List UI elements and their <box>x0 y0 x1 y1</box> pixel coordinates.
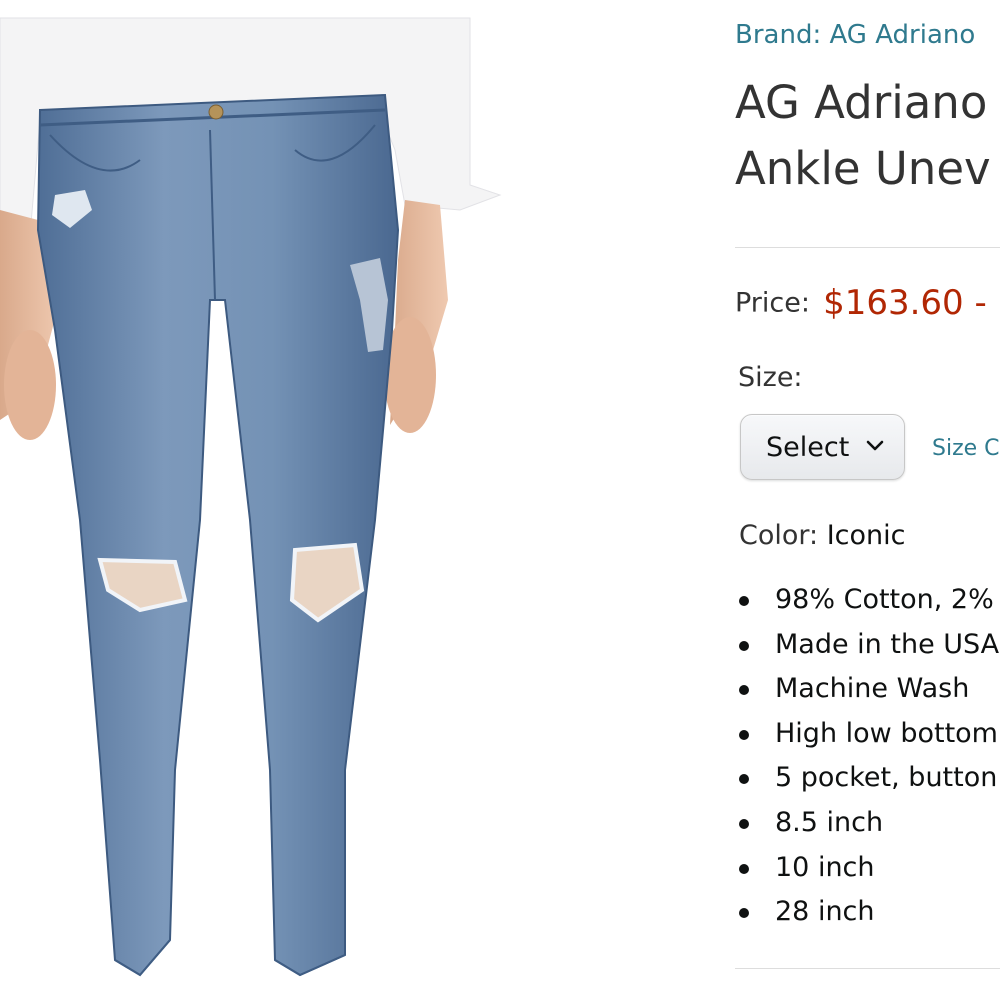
brand-link[interactable]: Brand: AG Adriano <box>735 20 975 50</box>
price-row: Price: $163.60 - <box>735 283 987 323</box>
list-item: 5 pocket, button <box>735 756 999 801</box>
size-dropdown[interactable]: Select <box>740 414 905 480</box>
product-title: AG Adriano Ankle Unev <box>735 70 1000 202</box>
feature-bullets: 98% Cotton, 2% Made in the USA Machine W… <box>735 578 999 935</box>
divider <box>735 247 1000 248</box>
list-item: 10 inch <box>735 846 999 891</box>
size-dropdown-value: Select <box>766 431 850 463</box>
size-label: Size: <box>738 362 803 393</box>
chevron-down-icon <box>865 438 885 457</box>
size-chart-link[interactable]: Size C <box>932 436 1000 461</box>
jeans-photo <box>0 0 700 1000</box>
product-details-panel: Brand: AG Adriano AG Adriano Ankle Unev … <box>735 0 1000 1000</box>
product-image[interactable] <box>0 0 700 1000</box>
list-item: 28 inch <box>735 890 999 935</box>
divider <box>735 968 1000 969</box>
price-label: Price: <box>735 287 810 319</box>
color-row: Color: Iconic <box>739 520 906 551</box>
product-title-line: Ankle Unev <box>735 142 991 195</box>
color-value: Iconic <box>826 520 906 551</box>
price-value: $163.60 - <box>823 283 987 323</box>
color-label: Color: <box>739 520 819 551</box>
list-item: High low bottom <box>735 712 999 757</box>
list-item: 98% Cotton, 2% <box>735 578 999 623</box>
product-title-line: AG Adriano <box>735 76 988 129</box>
list-item: Machine Wash <box>735 667 999 712</box>
list-item: 8.5 inch <box>735 801 999 846</box>
list-item: Made in the USA <box>735 623 999 668</box>
